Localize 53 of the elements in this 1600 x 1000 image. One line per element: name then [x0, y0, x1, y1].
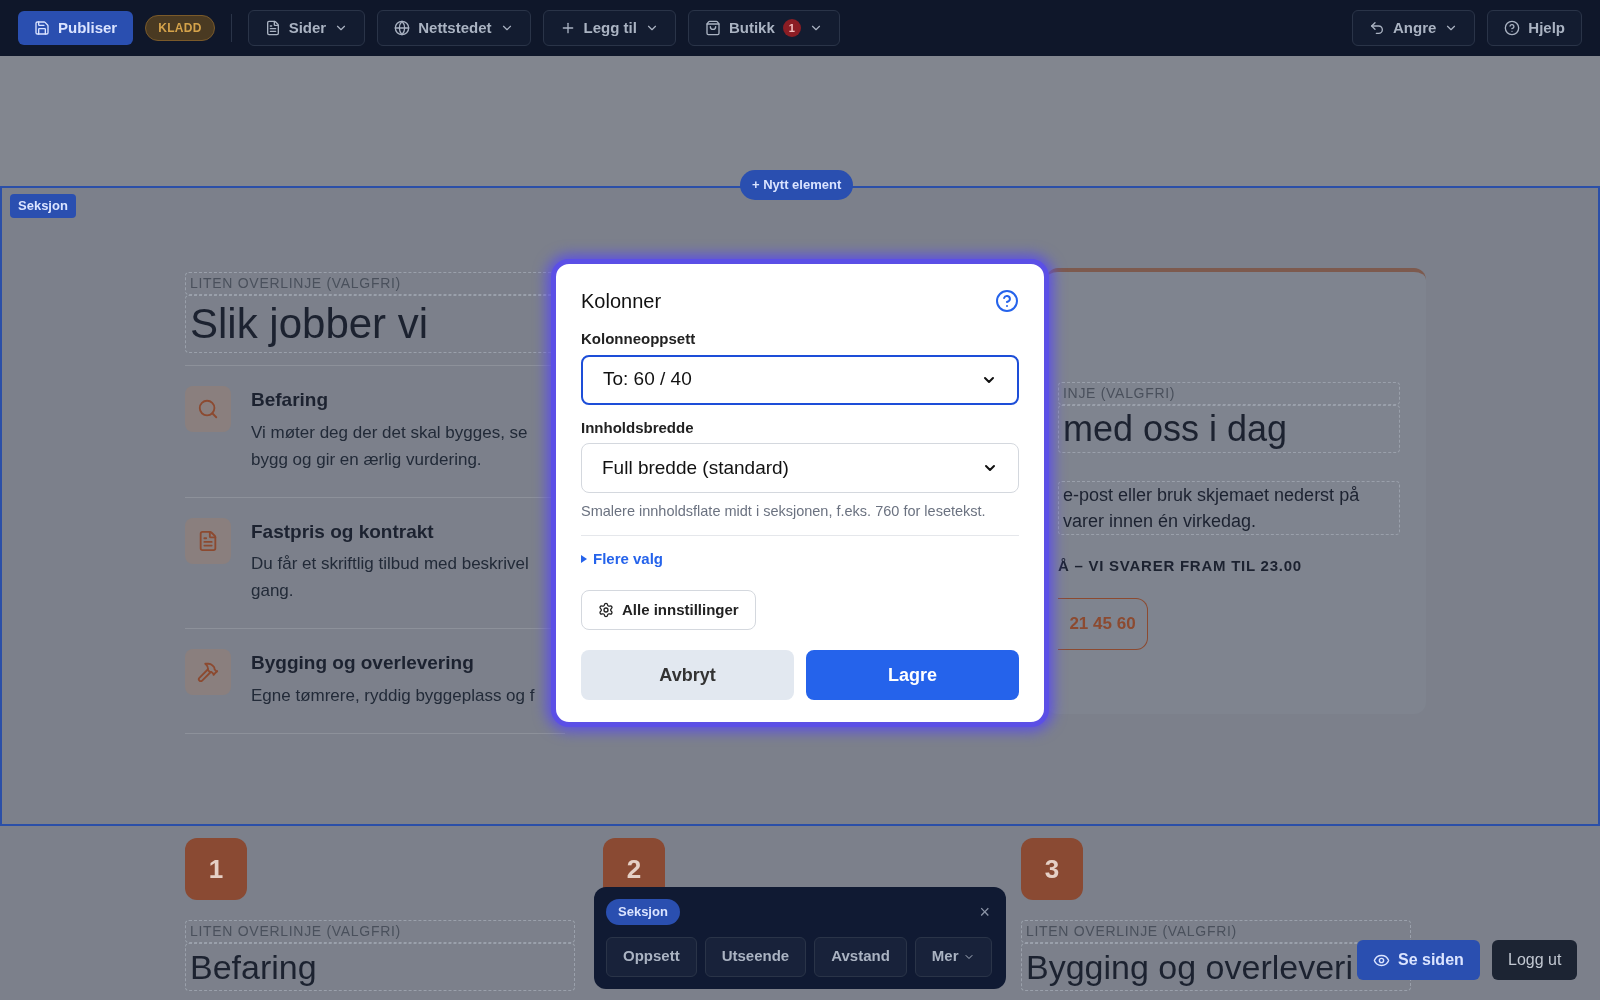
menu-button[interactable]: Butikk 1	[687, 10, 840, 46]
select-field[interactable]: Full bredde (standard)	[581, 443, 1019, 493]
menu-button[interactable]: Legg til	[542, 10, 676, 46]
menu-button[interactable]: Angre	[1351, 10, 1476, 46]
publish-button[interactable]: Publiser	[18, 11, 134, 45]
view-site-button[interactable]: Se siden	[1357, 940, 1480, 980]
step-title: Fastpris og kontrakt	[251, 519, 435, 544]
file-icon	[264, 20, 281, 36]
undo-icon	[1368, 20, 1385, 36]
document-icon	[197, 529, 219, 552]
gear-icon	[598, 602, 614, 619]
field-hint: Smalere innholdsflate midt i seksjonen, f.eks. 760 for lesetekst.	[581, 502, 987, 521]
field-label: Kolonneoppsett	[581, 329, 697, 349]
hammer-icon	[197, 661, 219, 683]
cancel-button[interactable]: Avbryt	[581, 650, 794, 701]
step-description: Du får et skriftlig tilbud med beskrivel gang.	[251, 553, 529, 602]
save-button[interactable]: Lagre	[806, 650, 1019, 701]
search-icon	[197, 398, 219, 420]
toolbar-button[interactable]: Utseende	[704, 936, 807, 977]
toolbar-button[interactable]: Oppsett	[606, 936, 697, 977]
save-icon	[34, 20, 50, 36]
menu-button[interactable]: Hjelp	[1487, 10, 1582, 46]
step-title: Befaring	[251, 388, 330, 412]
status-badge: KLADD	[145, 15, 215, 41]
add-element-button[interactable]: + Nytt element	[740, 170, 854, 200]
bag-icon	[704, 20, 721, 36]
all-settings-button[interactable]: Alle innstillinger	[581, 590, 756, 631]
section-badge: Seksjon	[10, 194, 76, 218]
globe-icon	[394, 20, 411, 36]
toolbar-button[interactable]: Mer	[914, 936, 992, 977]
step-title: Bygging og overlevering	[251, 651, 475, 675]
help-icon[interactable]	[995, 289, 1019, 313]
step-number: 1	[185, 838, 247, 900]
step-number: 3	[1021, 838, 1083, 900]
dialog-title: Kolonner	[581, 289, 662, 314]
count-badge: 1	[782, 19, 801, 37]
hours-text: Å – VI SVARER FRAM TIL 23.00	[1058, 556, 1303, 576]
select-field[interactable]: To: 60 / 40	[581, 354, 1019, 405]
more-options-toggle[interactable]: Flere valg	[581, 547, 664, 571]
heading-field: med oss i dag	[1058, 405, 1400, 453]
logout-button[interactable]: Logg ut	[1492, 940, 1578, 980]
help-icon	[1504, 20, 1521, 36]
field-label: Innholdsbredde	[581, 417, 695, 438]
heading-field: Befaring	[185, 943, 575, 991]
toolbar-button[interactable]: Avstand	[814, 936, 907, 977]
section-badge: Seksjon	[606, 899, 680, 925]
menu-button[interactable]: Sider	[247, 10, 366, 46]
triangle-icon	[581, 555, 587, 563]
close-button[interactable]: ×	[975, 902, 994, 921]
contact-text: e-post eller bruk skjemaet nederst på varer innen én virkedag.	[1058, 481, 1400, 535]
menu-button[interactable]: Nettstedet	[377, 10, 531, 46]
step-description: Egne tømrere, ryddig byggeplass og f	[251, 684, 535, 707]
step-description: Vi møter deg der det skal bygges, se bygg og gir en ærlig vurdering.	[251, 421, 528, 471]
